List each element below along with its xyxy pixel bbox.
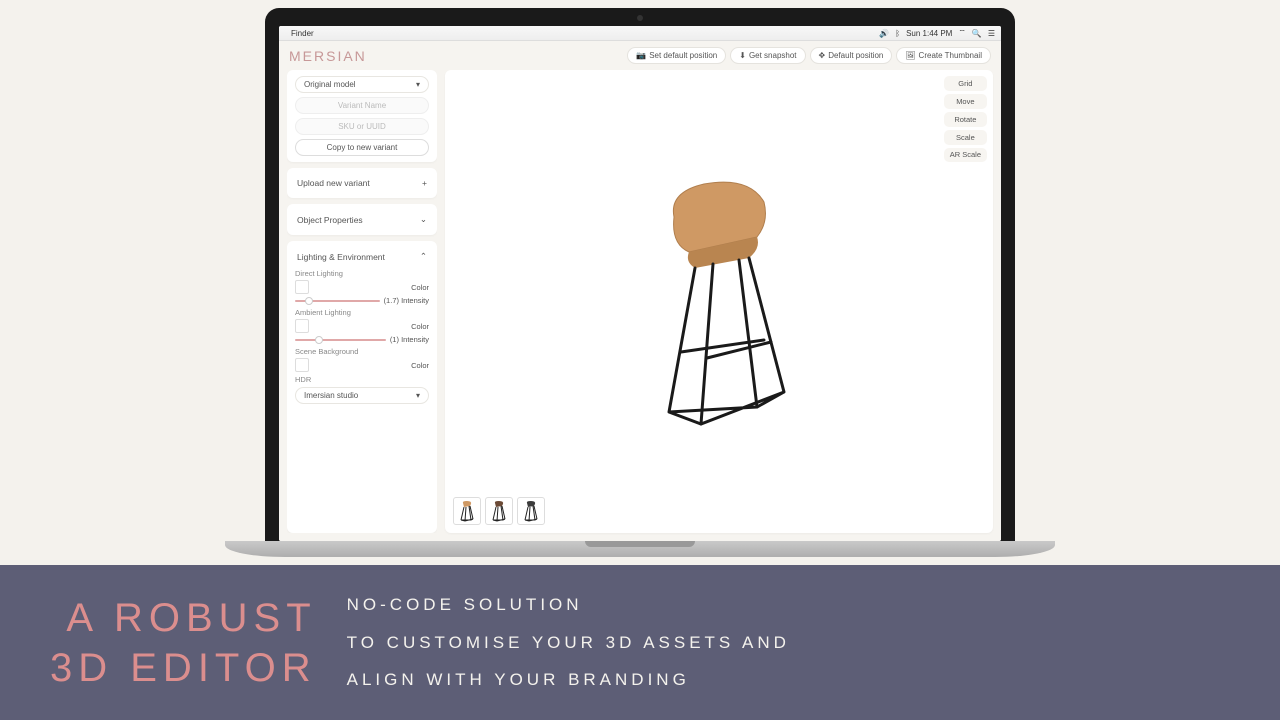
lighting-env-panel: Lighting & Environment ⌃ Direct Lighting… <box>287 241 437 533</box>
set-default-position-button[interactable]: 📷Set default position <box>627 47 726 64</box>
top-actions: 📷Set default position ⬇Get snapshot ✥Def… <box>627 47 991 64</box>
object-properties-accordion[interactable]: Object Properties ⌄ <box>287 204 437 235</box>
variant-thumb[interactable] <box>485 497 513 525</box>
chevron-down-icon: ▾ <box>416 391 420 400</box>
scene-bg-color[interactable] <box>295 358 309 372</box>
viewport[interactable]: Grid Move Rotate Scale AR Scale <box>445 70 993 533</box>
copy-variant-button[interactable]: Copy to new variant <box>295 139 429 156</box>
hdr-select[interactable]: Imersian studio ▾ <box>295 387 429 404</box>
camera-icon: 📷 <box>636 51 646 60</box>
menubar-app: Finder <box>291 29 314 38</box>
ambient-lighting-color[interactable] <box>295 319 309 333</box>
upload-variant-row[interactable]: Upload new variant + <box>287 168 437 198</box>
app-header: MERSIAN 📷Set default position ⬇Get snaps… <box>279 41 1001 70</box>
bluetooth-icon: ᛒ <box>895 29 900 38</box>
editor-app: MERSIAN 📷Set default position ⬇Get snaps… <box>279 41 1001 541</box>
sidebar: Original model ▾ Variant Name SKU or UUI… <box>287 70 437 533</box>
chevron-down-icon: ▾ <box>416 80 420 89</box>
variant-thumb[interactable] <box>453 497 481 525</box>
caption-banner: A ROBUST 3D EDITOR NO-CODE SOLUTION TO C… <box>0 565 1280 720</box>
variant-name-input[interactable]: Variant Name <box>295 97 429 114</box>
volume-icon: 🔊 <box>879 29 889 38</box>
screen: Finder 🔊 ᛒ Sun 1:44 PM ⌔ 🔍 ☰ MERSIAN 📷Se… <box>279 26 1001 541</box>
download-icon: ⬇ <box>739 51 746 60</box>
banner-headline: A ROBUST 3D EDITOR <box>50 593 317 693</box>
get-snapshot-button[interactable]: ⬇Get snapshot <box>730 47 805 64</box>
image-icon: 🖼 <box>905 51 915 60</box>
variant-panel: Original model ▾ Variant Name SKU or UUI… <box>287 70 437 162</box>
ambient-intensity-slider[interactable] <box>295 339 386 341</box>
app-logo: MERSIAN <box>289 48 367 64</box>
screen-frame: Finder 🔊 ᛒ Sun 1:44 PM ⌔ 🔍 ☰ MERSIAN 📷Se… <box>265 8 1015 541</box>
menubar-time: Sun 1:44 PM <box>906 29 952 38</box>
wifi-icon: ⌔ <box>958 28 966 38</box>
variant-thumb[interactable] <box>517 497 545 525</box>
chevron-down-icon: ⌄ <box>420 214 427 225</box>
sku-input[interactable]: SKU or UUID <box>295 118 429 135</box>
model-select[interactable]: Original model ▾ <box>295 76 429 93</box>
create-thumbnail-button[interactable]: 🖼Create Thumbnail <box>896 47 991 64</box>
search-icon: 🔍 <box>972 29 982 38</box>
app-body: Original model ▾ Variant Name SKU or UUI… <box>279 70 1001 541</box>
direct-lighting-label: Direct Lighting <box>295 269 429 278</box>
target-icon: ✥ <box>819 51 826 60</box>
banner-sub: NO-CODE SOLUTION TO CUSTOMISE YOUR 3D AS… <box>347 586 790 698</box>
camera-dot <box>637 15 643 21</box>
canvas[interactable] <box>445 70 993 533</box>
mac-menubar: Finder 🔊 ᛒ Sun 1:44 PM ⌔ 🔍 ☰ <box>279 26 1001 41</box>
laptop-notch <box>585 541 695 547</box>
default-position-button[interactable]: ✥Default position <box>810 47 893 64</box>
direct-lighting-color[interactable] <box>295 280 309 294</box>
laptop-base <box>225 541 1055 557</box>
laptop-mockup: Finder 🔊 ᛒ Sun 1:44 PM ⌔ 🔍 ☰ MERSIAN 📷Se… <box>265 8 1015 557</box>
variant-thumbs <box>453 497 545 525</box>
lighting-env-header[interactable]: Lighting & Environment ⌃ <box>295 247 429 266</box>
chevron-up-icon: ⌃ <box>420 251 427 262</box>
scene-bg-label: Scene Background <box>295 347 429 356</box>
menu-icon: ☰ <box>988 29 995 38</box>
ambient-lighting-label: Ambient Lighting <box>295 308 429 317</box>
direct-intensity-slider[interactable] <box>295 300 380 302</box>
plus-icon: + <box>422 178 427 188</box>
model-preview <box>629 162 809 442</box>
hdr-label: HDR <box>295 375 429 384</box>
